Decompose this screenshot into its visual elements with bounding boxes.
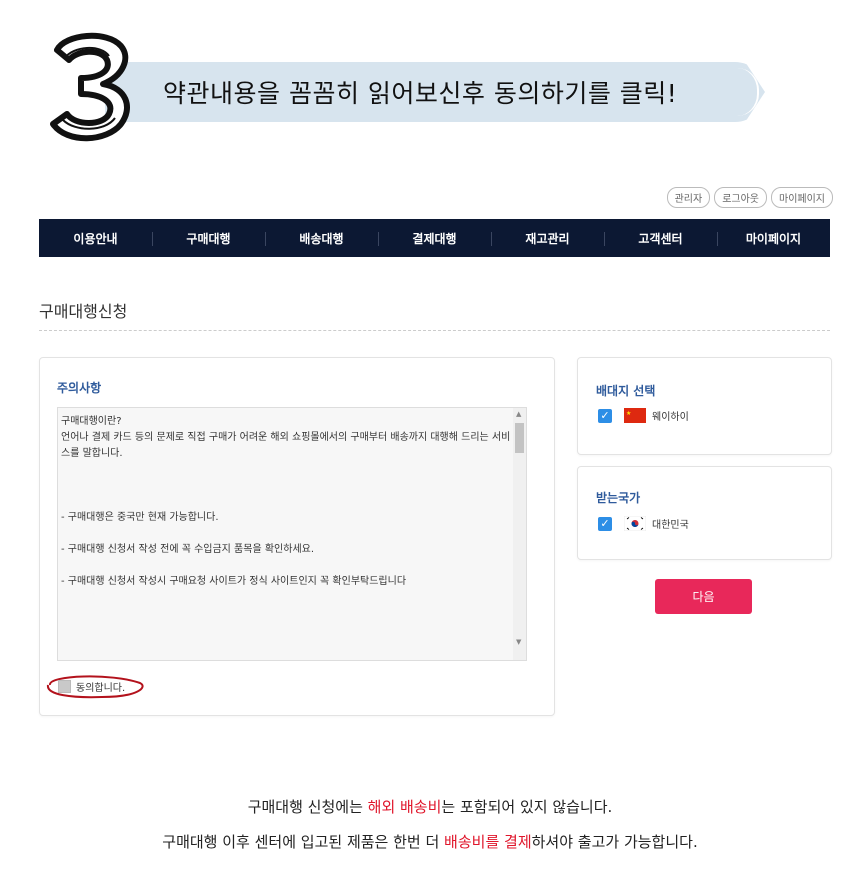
note-text: 하셔야 출고가 가능합니다. (531, 833, 698, 851)
shipping-fee-note: 구매대행 신청에는 해외 배송비는 포함되어 있지 않습니다. (0, 796, 860, 817)
china-flag-icon: ★ (624, 408, 646, 423)
terms-line (61, 558, 511, 574)
warehouse-option[interactable]: ✓ ★ 웨이하이 (598, 408, 689, 423)
main-nav: 이용안내 구매대행 배송대행 결제대행 재고관리 고객센터 마이페이지 (39, 219, 830, 257)
terms-line: - 구매대행은 중국만 현재 가능합니다. (61, 512, 219, 523)
terms-line: 언어나 결제 카드 등의 문제로 직접 구매가 어려운 해외 쇼핑몰에서의 구매… (61, 432, 511, 459)
nav-item-guide[interactable]: 이용안내 (39, 230, 152, 247)
agree-checkbox[interactable] (58, 680, 71, 693)
terms-scrollbar[interactable]: ▲ ▼ (513, 408, 526, 660)
warehouse-card: 배대지 선택 ✓ ★ 웨이하이 (577, 357, 832, 455)
note-text: 구매대행 이후 센터에 입고된 제품은 한번 더 (162, 833, 445, 851)
admin-link[interactable]: 관리자 (666, 187, 711, 208)
terms-line (61, 478, 511, 494)
terms-line (61, 494, 511, 510)
top-links: 관리자 로그아웃 마이페이지 (666, 187, 833, 208)
terms-line (61, 462, 511, 478)
nav-item-payment-agency[interactable]: 결제대행 (378, 230, 491, 247)
nav-item-inventory[interactable]: 재고관리 (491, 230, 604, 247)
page-title: 구매대행신청 (39, 302, 128, 321)
terms-line (61, 526, 511, 542)
svg-text:★: ★ (626, 410, 631, 417)
nav-item-shipping-agency[interactable]: 배송대행 (265, 230, 378, 247)
scroll-up-icon[interactable]: ▲ (516, 410, 521, 418)
title-divider (39, 330, 830, 331)
note-text: 구매대행 신청에는 (247, 798, 368, 816)
terms-content: 구매대행이란? 언어나 결제 카드 등의 문제로 직접 구매가 어려운 해외 쇼… (61, 414, 511, 590)
country-checkbox[interactable]: ✓ (598, 516, 612, 531)
country-heading: 받는국가 (596, 491, 641, 505)
warehouse-option-label[interactable]: 웨이하이 (652, 408, 689, 423)
banner-text: 약관내용을 꼼꼼히 읽어보신후 동의하기를 클릭! (163, 79, 678, 108)
step-banner: 약관내용을 꼼꼼히 읽어보신후 동의하기를 클릭! (0, 0, 860, 170)
country-card: 받는국가 ✓ 대한민국 (577, 466, 832, 560)
terms-textarea[interactable]: 구매대행이란? 언어나 결제 카드 등의 문제로 직접 구매가 어려운 해외 쇼… (57, 407, 527, 661)
agree-row[interactable]: 동의합니다. (58, 679, 125, 694)
mypage-link[interactable]: 마이페이지 (771, 187, 833, 208)
terms-line: - 구매대행 신청서 작성 전에 꼭 수입금지 품목을 확인하세요. (61, 544, 315, 555)
agree-label[interactable]: 동의합니다. (76, 679, 125, 694)
notice-card: 주의사항 구매대행이란? 언어나 결제 카드 등의 문제로 직접 구매가 어려운… (39, 357, 555, 716)
korea-flag-icon (624, 516, 646, 531)
terms-line: 구매대행이란? (61, 416, 122, 427)
warehouse-heading: 배대지 선택 (596, 384, 656, 398)
number-3-icon (50, 32, 130, 142)
note-highlight: 해외 배송비 (367, 798, 442, 816)
logout-link[interactable]: 로그아웃 (714, 187, 767, 208)
note-highlight: 배송비를 결제 (444, 833, 532, 851)
country-option-label[interactable]: 대한민국 (652, 516, 689, 531)
country-option[interactable]: ✓ 대한민국 (598, 516, 689, 531)
next-button[interactable]: 다음 (655, 579, 752, 614)
notice-heading: 주의사항 (57, 381, 102, 395)
payment-note: 구매대행 이후 센터에 입고된 제품은 한번 더 배송비를 결제하셔야 출고가 … (0, 831, 860, 852)
nav-item-mypage[interactable]: 마이페이지 (717, 230, 830, 247)
scroll-down-icon[interactable]: ▼ (516, 638, 521, 646)
warehouse-checkbox[interactable]: ✓ (598, 408, 612, 423)
note-text: 는 포함되어 있지 않습니다. (441, 798, 613, 816)
terms-line: - 구매대행 신청서 작성시 구매요청 사이트가 정식 사이트인지 꼭 확인부탁… (61, 576, 407, 587)
scrollbar-thumb[interactable] (515, 423, 524, 453)
nav-item-purchase-agency[interactable]: 구매대행 (152, 230, 265, 247)
nav-item-customer-center[interactable]: 고객센터 (604, 230, 717, 247)
